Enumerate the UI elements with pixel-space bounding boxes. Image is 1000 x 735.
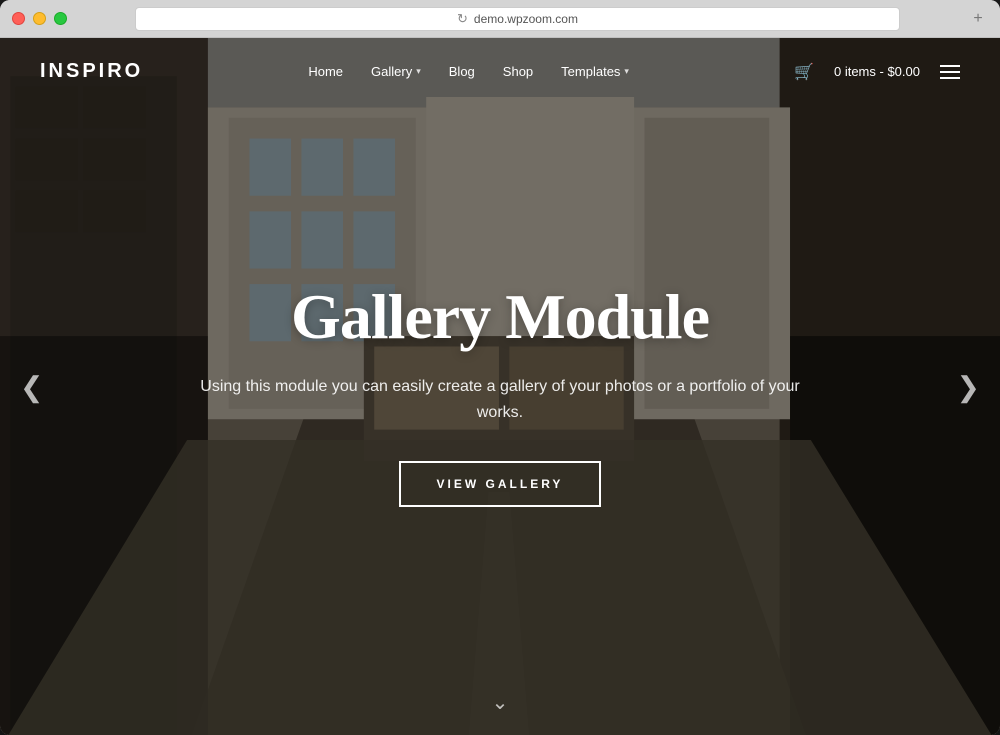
view-gallery-button[interactable]: VIEW GALLERY (399, 461, 602, 507)
site-logo[interactable]: INSPIRO (40, 60, 143, 83)
hamburger-line-3 (940, 77, 960, 79)
hamburger-line-2 (940, 71, 960, 73)
maximize-button[interactable] (54, 12, 67, 25)
new-tab-button[interactable]: + (968, 9, 988, 29)
cart-label[interactable]: 0 items - $0.00 (834, 64, 920, 79)
gallery-chevron-icon: ▾ (416, 66, 421, 77)
browser-titlebar: ↻ demo.wpzoom.com + (0, 0, 1000, 38)
next-slide-button[interactable]: ❯ (957, 370, 980, 403)
close-button[interactable] (12, 12, 25, 25)
url-text: demo.wpzoom.com (474, 12, 578, 26)
scroll-indicator[interactable]: ⌄ (492, 690, 509, 715)
hero-subtitle: Using this module you can easily create … (180, 374, 820, 425)
reload-icon[interactable]: ↻ (457, 11, 468, 27)
nav-gallery[interactable]: Gallery ▾ (371, 64, 421, 79)
nav-blog[interactable]: Blog (449, 64, 475, 79)
navigation: INSPIRO Home Gallery ▾ Blog Shop Templat… (0, 38, 1000, 105)
nav-home[interactable]: Home (308, 64, 343, 79)
website-content: INSPIRO Home Gallery ▾ Blog Shop Templat… (0, 38, 1000, 735)
nav-right: 🛒 0 items - $0.00 (794, 62, 960, 82)
hamburger-menu[interactable] (940, 65, 960, 79)
browser-window: ↻ demo.wpzoom.com + (0, 0, 1000, 735)
hero-content: Gallery Module Using this module you can… (0, 105, 1000, 682)
hero-title: Gallery Module (291, 280, 709, 354)
cart-icon: 🛒 (794, 62, 814, 82)
url-bar[interactable]: ↻ demo.wpzoom.com (135, 7, 900, 31)
nav-templates[interactable]: Templates ▾ (561, 64, 629, 79)
minimize-button[interactable] (33, 12, 46, 25)
hamburger-line-1 (940, 65, 960, 67)
nav-links: Home Gallery ▾ Blog Shop Templates ▾ (308, 64, 629, 79)
nav-shop[interactable]: Shop (503, 64, 533, 79)
templates-chevron-icon: ▾ (624, 66, 629, 77)
